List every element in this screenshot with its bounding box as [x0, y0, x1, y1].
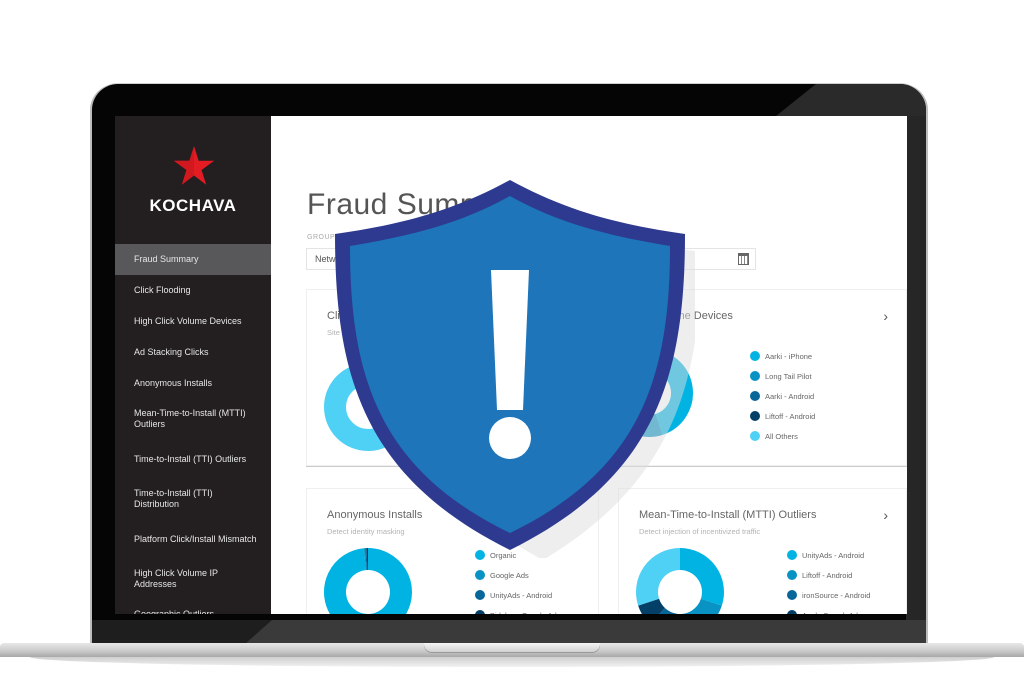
- legend-item[interactable]: Bidalgo - Google Ads: [475, 605, 560, 614]
- sidebar-item-platform-mismatch[interactable]: Platform Click/Install Mismatch: [115, 519, 271, 559]
- laptop-notch: [424, 643, 600, 653]
- chart-legend: UnityAds - Android Liftoff - Android ironS…: [787, 545, 870, 614]
- donut-segment-others[interactable]: [636, 548, 681, 606]
- legend-item[interactable]: Aarki - iPhone: [750, 346, 815, 366]
- chevron-right-icon[interactable]: ›: [883, 507, 888, 523]
- exclamation-bar: [491, 270, 529, 410]
- legend-swatch: [787, 610, 797, 614]
- legend-item[interactable]: Google Ads: [475, 565, 560, 585]
- sidebar-nav: Fraud Summary Click Flooding High Click …: [115, 244, 271, 614]
- legend-swatch: [750, 391, 760, 401]
- legend-item[interactable]: Liftoff - Android: [750, 406, 815, 426]
- sidebar-item-tti-outliers[interactable]: Time-to-Install (TTI) Outliers: [115, 439, 271, 479]
- legend-swatch: [750, 411, 760, 421]
- sidebar-item-high-click-volume-devices[interactable]: High Click Volume Devices: [115, 306, 271, 337]
- legend-item[interactable]: Aarki - Android: [750, 386, 815, 406]
- donut-segment-liftoff-android[interactable]: [676, 598, 722, 614]
- donut-segment-apple-search-ads[interactable]: [638, 598, 666, 614]
- sidebar-item-ad-stacking-clicks[interactable]: Ad Stacking Clicks: [115, 337, 271, 368]
- legend-item[interactable]: UnityAds - Android: [787, 545, 870, 565]
- legend-swatch: [750, 371, 760, 381]
- legend-swatch: [750, 351, 760, 361]
- sidebar-item-fraud-summary[interactable]: Fraud Summary: [115, 244, 271, 275]
- legend-swatch: [787, 570, 797, 580]
- legend-label: Liftoff - Android: [802, 570, 853, 580]
- exclamation-dot: [489, 417, 531, 459]
- legend-label: Bidalgo - Google Ads: [490, 611, 560, 615]
- brand-logo: KOCHAVA: [149, 196, 237, 215]
- legend-label: Apple Search Ads: [802, 611, 862, 615]
- chevron-right-icon[interactable]: ›: [883, 308, 888, 324]
- legend-label: Liftoff - Android: [765, 411, 816, 421]
- legend-item[interactable]: UnityAds - Android: [475, 585, 560, 605]
- legend-label: ironSource - Android: [802, 590, 871, 600]
- laptop-mockup: KOCHAVA Fraud Summary Click Flooding Hig…: [0, 0, 1024, 673]
- sidebar-item-geographic-outliers[interactable]: Geographic Outliers: [115, 599, 271, 614]
- legend-label: Google Ads: [490, 570, 529, 580]
- legend-label: UnityAds - Android: [802, 550, 865, 560]
- legend-swatch: [475, 570, 485, 580]
- sidebar-item-high-click-volume-ip[interactable]: High Click Volume IP Addresses: [115, 559, 271, 599]
- legend-label: Long Tail Pilot: [765, 371, 812, 381]
- legend-item[interactable]: Liftoff - Android: [787, 565, 870, 585]
- legend-label: UnityAds - Android: [490, 590, 553, 600]
- legend-label: Aarki - iPhone: [765, 351, 813, 361]
- legend-item[interactable]: All Others: [750, 426, 815, 446]
- chart-legend: Aarki - iPhone Long Tail Pilot Aarki - And…: [750, 346, 815, 446]
- legend-label: All Others: [765, 431, 798, 441]
- legend-item[interactable]: ironSource - Android: [787, 585, 870, 605]
- donut-segment-unityads-android[interactable]: [679, 548, 724, 606]
- sidebar-item-tti-distribution[interactable]: Time-to-Install (TTI) Distribution: [115, 479, 271, 519]
- legend-swatch: [475, 610, 485, 614]
- shield-warning-icon: [335, 180, 695, 558]
- legend-swatch: [750, 431, 760, 441]
- sidebar-item-click-flooding[interactable]: Click Flooding: [115, 275, 271, 306]
- legend-label: Aarki - Android: [765, 391, 815, 401]
- sidebar: KOCHAVA Fraud Summary Click Flooding Hig…: [115, 116, 271, 614]
- star-logo-icon: [173, 146, 215, 185]
- legend-item[interactable]: Apple Search Ads: [787, 605, 870, 614]
- sidebar-item-mtti-outliers[interactable]: Mean-Time-to-Install (MTTI) Outliers: [115, 399, 271, 439]
- legend-swatch: [787, 550, 797, 560]
- legend-swatch: [475, 590, 485, 600]
- legend-item[interactable]: Long Tail Pilot: [750, 366, 815, 386]
- sidebar-item-anonymous-installs[interactable]: Anonymous Installs: [115, 368, 271, 399]
- legend-swatch: [787, 590, 797, 600]
- calendar-icon[interactable]: [738, 253, 749, 265]
